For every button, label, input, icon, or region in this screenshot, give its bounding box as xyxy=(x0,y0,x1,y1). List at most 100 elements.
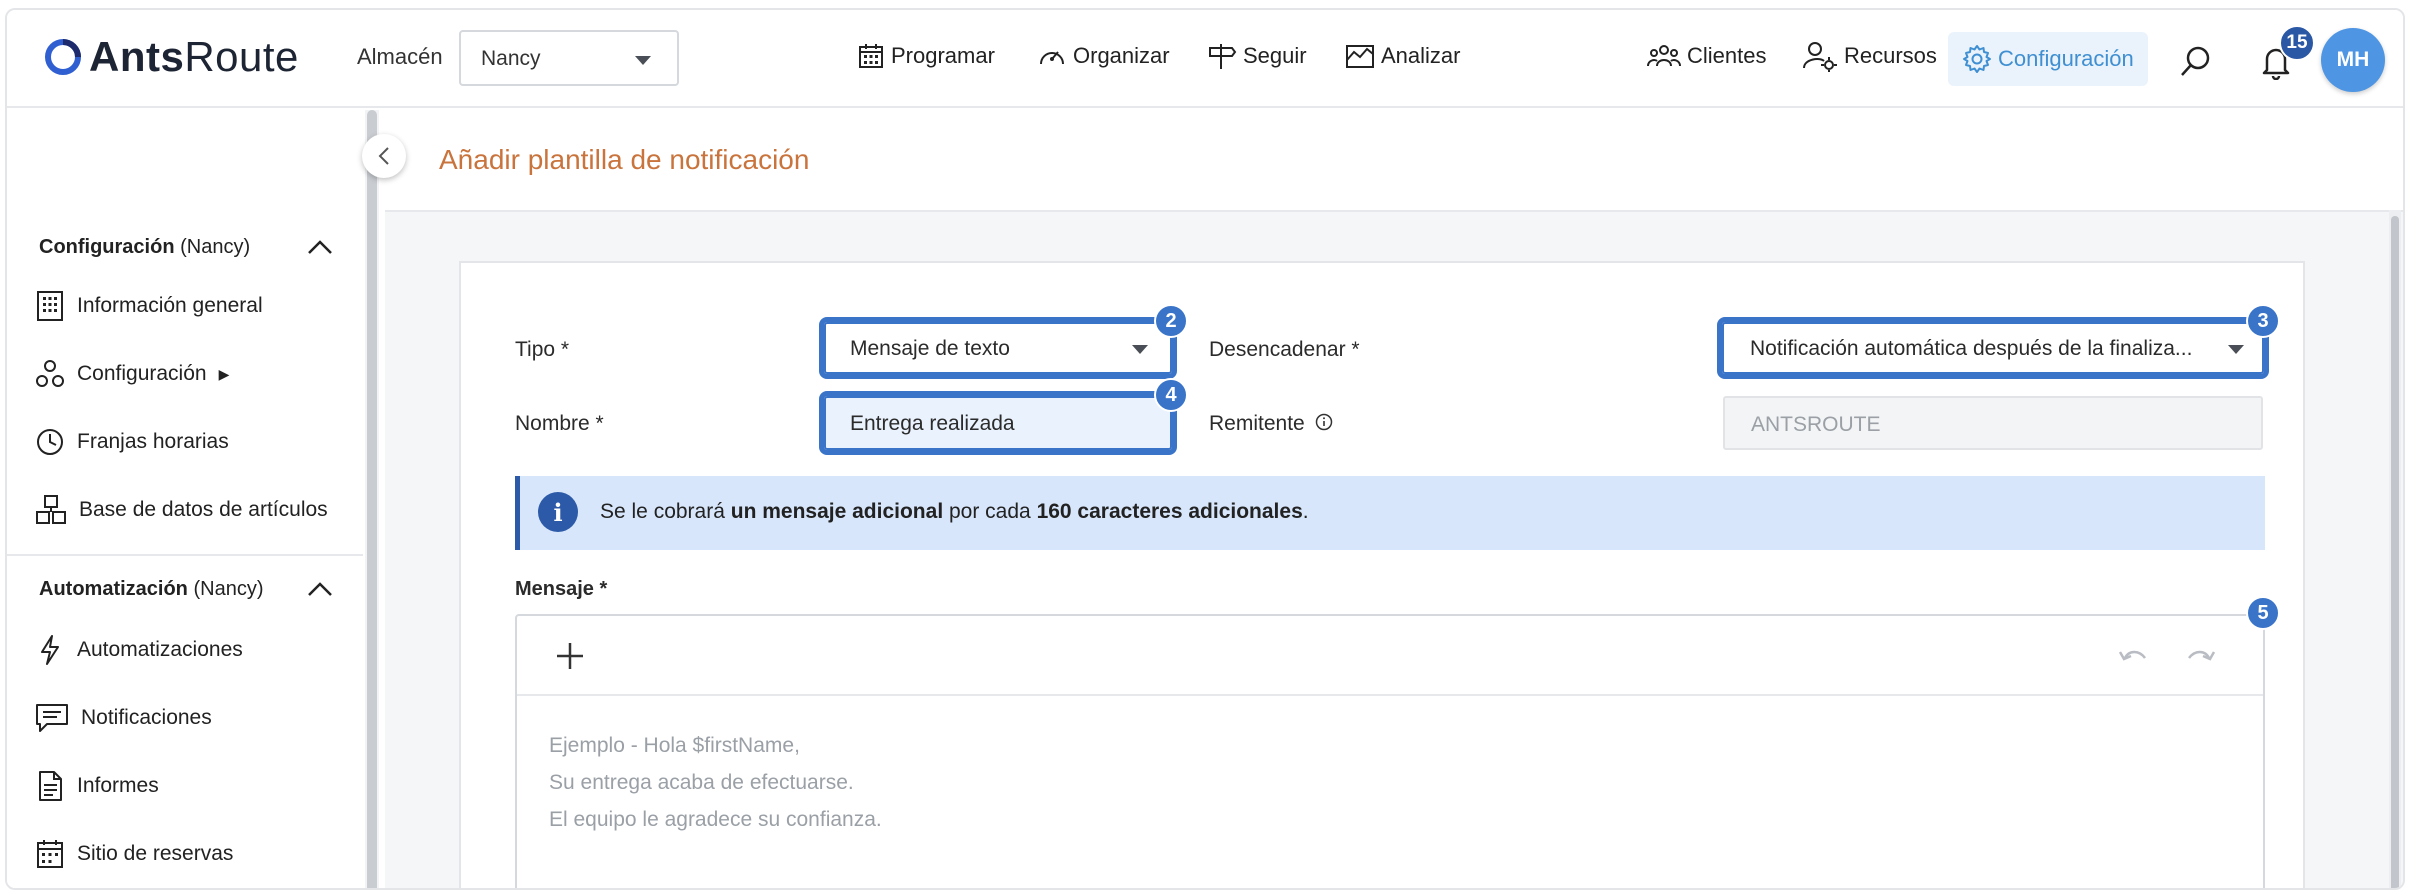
sender-label-text: Remitente xyxy=(1209,412,1305,435)
chart-icon xyxy=(1346,45,1374,68)
main-scrollbar-thumb[interactable] xyxy=(2391,216,2399,888)
nav-organizar[interactable]: Organizar xyxy=(1037,36,1170,76)
nav-programar-label: Programar xyxy=(891,43,995,68)
sender-label: Remitente xyxy=(1209,412,1333,436)
main-content: Añadir plantilla de notificación Tipo * … xyxy=(385,108,2403,888)
chevron-down-icon xyxy=(1132,345,1148,354)
mensaje-label: Mensaje * xyxy=(515,578,608,600)
sidebar-item-label: Notificaciones xyxy=(81,706,212,729)
sidebar-item-sitio-de-reservas[interactable]: Sitio de reservas xyxy=(35,834,233,874)
step-badge-3: 3 xyxy=(2246,304,2280,338)
plus-icon[interactable] xyxy=(555,641,585,671)
lightning-icon xyxy=(41,635,59,665)
nav-seguir-label: Seguir xyxy=(1243,43,1307,68)
nav-analizar-label: Analizar xyxy=(1381,43,1461,68)
sidebar-item-informes[interactable]: Informes xyxy=(35,766,159,806)
step-badge-4: 4 xyxy=(1154,378,1188,412)
logo[interactable]: AntsRoute xyxy=(43,30,299,84)
user-avatar[interactable]: MH xyxy=(2321,28,2385,92)
document-icon xyxy=(39,771,62,801)
billing-info-banner: i Se le cobrará un mensaje adicional por… xyxy=(515,476,2265,550)
users-icon xyxy=(1647,45,1681,67)
gauge-icon xyxy=(1040,51,1064,65)
clock-icon xyxy=(37,429,63,455)
info-icon: i xyxy=(538,492,578,532)
sender-input[interactable]: ANTSROUTE xyxy=(1723,396,2263,450)
collapse-sidebar-button[interactable] xyxy=(362,134,406,178)
sidebar-item-label: Base de datos de artículos xyxy=(79,498,328,521)
sidebar-item-label: Información general xyxy=(77,294,263,317)
sidebar-scrollbar-thumb[interactable] xyxy=(367,110,377,888)
sidebar-item-automatizaciones[interactable]: Automatizaciones xyxy=(35,630,243,670)
message-icon xyxy=(36,704,68,732)
user-gear-icon xyxy=(1803,42,1837,72)
nav-organizar-label: Organizar xyxy=(1073,43,1170,68)
sidebar-item-notificaciones[interactable]: Notificaciones xyxy=(35,698,212,738)
nav-programar[interactable]: Programar xyxy=(857,36,995,76)
tipo-select[interactable]: Mensaje de texto xyxy=(819,317,1177,379)
warehouse-label: Almacén xyxy=(357,44,443,69)
trigger-value: Notificación automática después de la fi… xyxy=(1750,337,2193,360)
nav-clientes[interactable]: Clientes xyxy=(1647,36,1766,76)
chevron-up-icon[interactable] xyxy=(307,238,333,256)
calendar-icon xyxy=(859,44,883,68)
sidebar-section-configuracion[interactable]: Configuración (Nancy) xyxy=(39,236,250,259)
nombre-value: Entrega realizada xyxy=(850,412,1015,435)
sidebar-item-configuracion[interactable]: Configuración ▶ xyxy=(35,354,229,394)
gear-icon xyxy=(1963,45,1991,73)
nav-clientes-label: Clientes xyxy=(1687,43,1767,68)
section-title: Automatización xyxy=(39,578,188,600)
nombre-label: Nombre * xyxy=(515,412,604,435)
boxes-icon xyxy=(36,495,66,524)
chevron-down-icon xyxy=(2228,345,2244,354)
billing-info-text: Se le cobrará un mensaje adicional por c… xyxy=(600,500,1309,523)
sidebar-item-franjas-horarias[interactable]: Franjas horarias xyxy=(35,422,229,462)
warehouse-select[interactable]: Nancy xyxy=(459,30,679,86)
tipo-value: Mensaje de texto xyxy=(850,337,1010,360)
message-editor[interactable]: Ejemplo - Hola $firstName, Su entrega ac… xyxy=(515,614,2265,888)
brand-name: AntsRoute xyxy=(89,33,299,80)
sidebar-section-automatizacion[interactable]: Automatización (Nancy) xyxy=(39,578,263,601)
undo-icon[interactable] xyxy=(2117,644,2149,668)
nombre-input[interactable]: Entrega realizada xyxy=(819,391,1177,455)
nav-configuracion-label: Configuración xyxy=(1998,46,2134,71)
caret-right-icon: ▶ xyxy=(218,365,230,382)
chevron-left-icon xyxy=(378,147,389,165)
step-badge-5: 5 xyxy=(2246,596,2280,630)
tipo-label: Tipo * xyxy=(515,338,570,361)
sidebar-item-label: Configuración xyxy=(77,362,207,385)
chevron-down-icon xyxy=(635,56,651,65)
step-badge-2: 2 xyxy=(1154,304,1188,338)
section-scope: (Nancy) xyxy=(180,236,251,258)
warehouse-value: Nancy xyxy=(481,47,541,70)
sidebar-item-label: Automatizaciones xyxy=(77,638,243,661)
sender-value: ANTSROUTE xyxy=(1751,413,1881,436)
page-title: Añadir plantilla de notificación xyxy=(439,144,810,175)
page-header: Añadir plantilla de notificación xyxy=(385,108,2403,212)
trigger-select[interactable]: Notificación automática después de la fi… xyxy=(1717,317,2269,379)
info-icon[interactable] xyxy=(1315,413,1333,431)
message-placeholder-line-1: Ejemplo - Hola $firstName, xyxy=(549,734,800,757)
nav-seguir[interactable]: Seguir xyxy=(1207,36,1307,76)
sidebar-divider xyxy=(7,554,363,556)
redo-icon[interactable] xyxy=(2185,644,2217,668)
building-icon xyxy=(37,291,63,321)
cogs-icon xyxy=(36,360,64,387)
sidebar: Configuración (Nancy) Información genera… xyxy=(7,108,363,888)
nav-recursos[interactable]: Recursos xyxy=(1802,36,1937,76)
sidebar-item-base-de-datos-articulos[interactable]: Base de datos de artículos xyxy=(35,490,328,530)
message-placeholder-line-3: El equipo le agradece su confianza. xyxy=(549,808,882,831)
nav-configuracion[interactable]: Configuración xyxy=(1948,32,2148,86)
app-window: AntsRoute Almacén Nancy Programar Organi… xyxy=(5,8,2405,890)
trigger-label: Desencadenar * xyxy=(1209,338,1360,361)
nav-recursos-label: Recursos xyxy=(1844,43,1937,68)
top-bar: AntsRoute Almacén Nancy Programar Organi… xyxy=(7,10,2403,108)
nav-analizar[interactable]: Analizar xyxy=(1345,36,1460,76)
sidebar-item-label: Informes xyxy=(77,774,159,797)
sidebar-item-informacion-general[interactable]: Información general xyxy=(35,286,263,326)
notification-count-badge: 15 xyxy=(2279,25,2315,61)
search-icon[interactable] xyxy=(2179,44,2213,78)
sidebar-item-label: Sitio de reservas xyxy=(77,842,234,865)
antsroute-logo-icon xyxy=(45,39,81,75)
chevron-up-icon[interactable] xyxy=(307,580,333,598)
